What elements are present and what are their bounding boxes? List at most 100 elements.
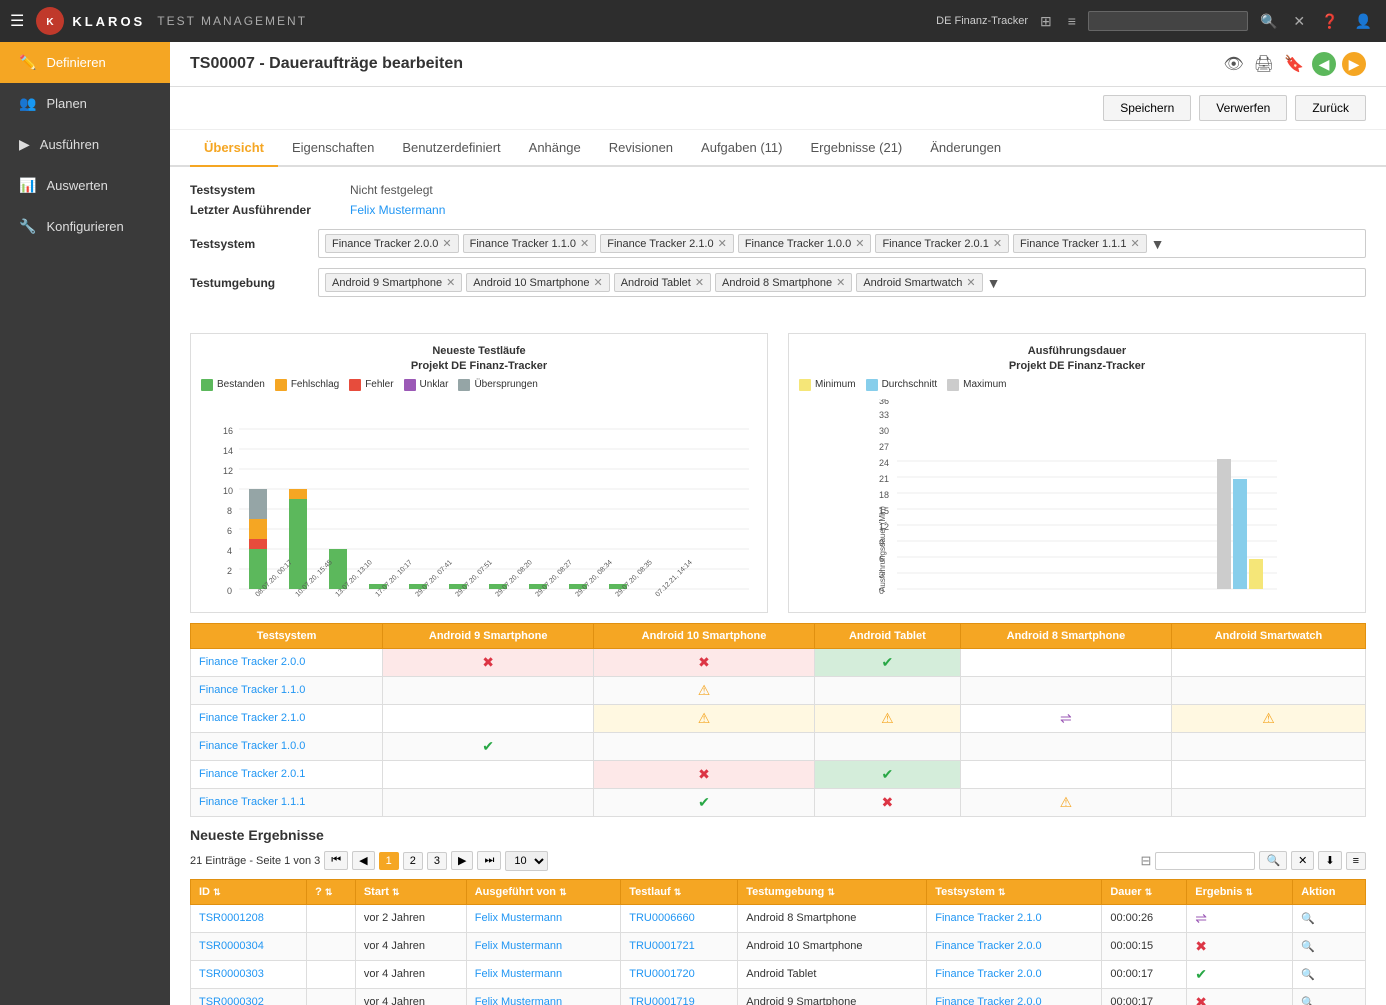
last-page-button[interactable]: ⏭: [477, 851, 501, 870]
result-system-4[interactable]: Finance Tracker 2.0.0: [927, 988, 1102, 1005]
filter-tag-at[interactable]: Android Tablet ✕: [614, 273, 711, 292]
result-executor-4[interactable]: Felix Mustermann: [466, 988, 621, 1005]
results-columns-button[interactable]: ≡: [1346, 852, 1366, 870]
result-testrun-4[interactable]: TRU0001719: [621, 988, 738, 1005]
tab-ubersicht[interactable]: Übersicht: [190, 130, 278, 167]
nav-forward-button[interactable]: ▶: [1342, 52, 1366, 76]
ft200-name[interactable]: Finance Tracker 2.0.0: [191, 648, 383, 676]
testumgebung-dropdown[interactable]: ▼: [987, 275, 1001, 291]
filter-icon[interactable]: ⊟: [1141, 853, 1152, 869]
remove-a10[interactable]: ✕: [593, 276, 602, 289]
clear-search-icon[interactable]: ✕: [1289, 11, 1309, 32]
col-prio[interactable]: ? ⇅: [307, 879, 356, 904]
page-2-button[interactable]: 2: [403, 852, 423, 870]
search-action-icon[interactable]: 🔍: [1301, 913, 1315, 925]
testsystem-filter-tags[interactable]: Finance Tracker 2.0.0 ✕ Finance Tracker …: [318, 229, 1366, 258]
save-button[interactable]: Speichern: [1103, 95, 1191, 121]
ft210-name[interactable]: Finance Tracker 2.1.0: [191, 704, 383, 732]
prev-page-button[interactable]: ◀: [352, 851, 374, 870]
view-icon[interactable]: 👁: [1221, 52, 1245, 76]
testumgebung-filter-tags[interactable]: Android 9 Smartphone ✕ Android 10 Smartp…: [318, 268, 1366, 297]
result-testrun-2[interactable]: TRU0001721: [621, 932, 738, 960]
filter-tag-ft100[interactable]: Finance Tracker 1.0.0 ✕: [738, 234, 872, 253]
filter-tag-ft111[interactable]: Finance Tracker 1.1.1 ✕: [1013, 234, 1147, 253]
first-page-button[interactable]: ⏮: [324, 851, 348, 870]
result-action-4[interactable]: 🔍: [1293, 988, 1366, 1005]
filter-tag-a10[interactable]: Android 10 Smartphone ✕: [466, 273, 609, 292]
result-testrun-3[interactable]: TRU0001720: [621, 960, 738, 988]
project-list-icon[interactable]: ≡: [1064, 11, 1080, 31]
tab-benutzerdefiniert[interactable]: Benutzerdefiniert: [388, 130, 514, 167]
result-system-1[interactable]: Finance Tracker 2.1.0: [927, 904, 1102, 932]
result-id-1[interactable]: TSR0001208: [191, 904, 307, 932]
result-system-2[interactable]: Finance Tracker 2.0.0: [927, 932, 1102, 960]
search-action-icon[interactable]: 🔍: [1301, 941, 1315, 953]
result-action-3[interactable]: 🔍: [1293, 960, 1366, 988]
result-executor-3[interactable]: Felix Mustermann: [466, 960, 621, 988]
results-search-input[interactable]: [1155, 852, 1255, 870]
remove-a8[interactable]: ✕: [836, 276, 845, 289]
filter-tag-ft201[interactable]: Finance Tracker 2.0.1 ✕: [875, 234, 1009, 253]
results-search-button[interactable]: 🔍: [1259, 851, 1287, 870]
remove-ft201[interactable]: ✕: [993, 237, 1002, 250]
sidebar-item-definieren[interactable]: ✏️ Definieren: [0, 42, 170, 83]
search-action-icon[interactable]: 🔍: [1301, 997, 1315, 1005]
col-executor[interactable]: Ausgeführt von ⇅: [466, 879, 621, 904]
page-1-button[interactable]: 1: [379, 852, 399, 870]
search-action-icon[interactable]: 🔍: [1301, 969, 1315, 981]
result-executor-1[interactable]: Felix Mustermann: [466, 904, 621, 932]
filter-tag-ft110[interactable]: Finance Tracker 1.1.0 ✕: [463, 234, 597, 253]
result-action-2[interactable]: 🔍: [1293, 932, 1366, 960]
filter-tag-ft200[interactable]: Finance Tracker 2.0.0 ✕: [325, 234, 459, 253]
global-search-input[interactable]: [1088, 11, 1248, 31]
ft100-name[interactable]: Finance Tracker 1.0.0: [191, 732, 383, 760]
remove-aw[interactable]: ✕: [966, 276, 975, 289]
col-duration[interactable]: Dauer ⇅: [1102, 879, 1187, 904]
result-action-1[interactable]: 🔍: [1293, 904, 1366, 932]
col-result[interactable]: Ergebnis ⇅: [1187, 879, 1293, 904]
sidebar-item-konfigurieren[interactable]: 🔧 Konfigurieren: [0, 206, 170, 247]
result-id-2[interactable]: TSR0000304: [191, 932, 307, 960]
search-icon[interactable]: 🔍: [1256, 11, 1281, 32]
bookmark-icon[interactable]: 🔖: [1282, 52, 1306, 76]
nav-back-button[interactable]: ◀: [1312, 52, 1336, 76]
ft201-name[interactable]: Finance Tracker 2.0.1: [191, 760, 383, 788]
remove-ft110[interactable]: ✕: [580, 237, 589, 250]
col-id[interactable]: ID ⇅: [191, 879, 307, 904]
menu-icon[interactable]: ☰: [10, 11, 24, 31]
help-icon[interactable]: ❓: [1317, 11, 1342, 32]
tab-ergebnisse[interactable]: Ergebnisse (21): [796, 130, 916, 167]
results-export-button[interactable]: ⬇: [1318, 851, 1341, 870]
filter-tag-aw[interactable]: Android Smartwatch ✕: [856, 273, 982, 292]
ausfuehrer-value[interactable]: Felix Mustermann: [350, 203, 445, 217]
result-id-4[interactable]: TSR0000302: [191, 988, 307, 1005]
tab-anderungen[interactable]: Änderungen: [916, 130, 1015, 167]
filter-tag-a8[interactable]: Android 8 Smartphone ✕: [715, 273, 852, 292]
remove-ft111[interactable]: ✕: [1130, 237, 1139, 250]
back-button[interactable]: Zurück: [1295, 95, 1366, 121]
project-copy-icon[interactable]: ⊞: [1036, 11, 1056, 32]
result-executor-2[interactable]: Felix Mustermann: [466, 932, 621, 960]
col-env[interactable]: Testumgebung ⇅: [738, 879, 927, 904]
col-start[interactable]: Start ⇅: [355, 879, 466, 904]
col-testrun[interactable]: Testlauf ⇅: [621, 879, 738, 904]
remove-ft210[interactable]: ✕: [718, 237, 727, 250]
tab-aufgaben[interactable]: Aufgaben (11): [687, 130, 796, 167]
next-page-button[interactable]: ▶: [451, 851, 473, 870]
filter-tag-ft210[interactable]: Finance Tracker 2.1.0 ✕: [600, 234, 734, 253]
result-id-3[interactable]: TSR0000303: [191, 960, 307, 988]
remove-ft100[interactable]: ✕: [855, 237, 864, 250]
remove-a9[interactable]: ✕: [446, 276, 455, 289]
result-system-3[interactable]: Finance Tracker 2.0.0: [927, 960, 1102, 988]
page-3-button[interactable]: 3: [427, 852, 447, 870]
user-icon[interactable]: 👤: [1351, 11, 1376, 32]
results-clear-button[interactable]: ✕: [1291, 851, 1314, 870]
sidebar-item-ausfuehren[interactable]: ▶ Ausführen: [0, 124, 170, 165]
ft110-name[interactable]: Finance Tracker 1.1.0: [191, 676, 383, 704]
result-testrun-1[interactable]: TRU0006660: [621, 904, 738, 932]
tab-eigenschaften[interactable]: Eigenschaften: [278, 130, 388, 167]
testsystem-dropdown[interactable]: ▼: [1151, 236, 1165, 252]
ft111-name[interactable]: Finance Tracker 1.1.1: [191, 788, 383, 816]
remove-at[interactable]: ✕: [695, 276, 704, 289]
sidebar-item-auswerten[interactable]: 📊 Auswerten: [0, 165, 170, 206]
